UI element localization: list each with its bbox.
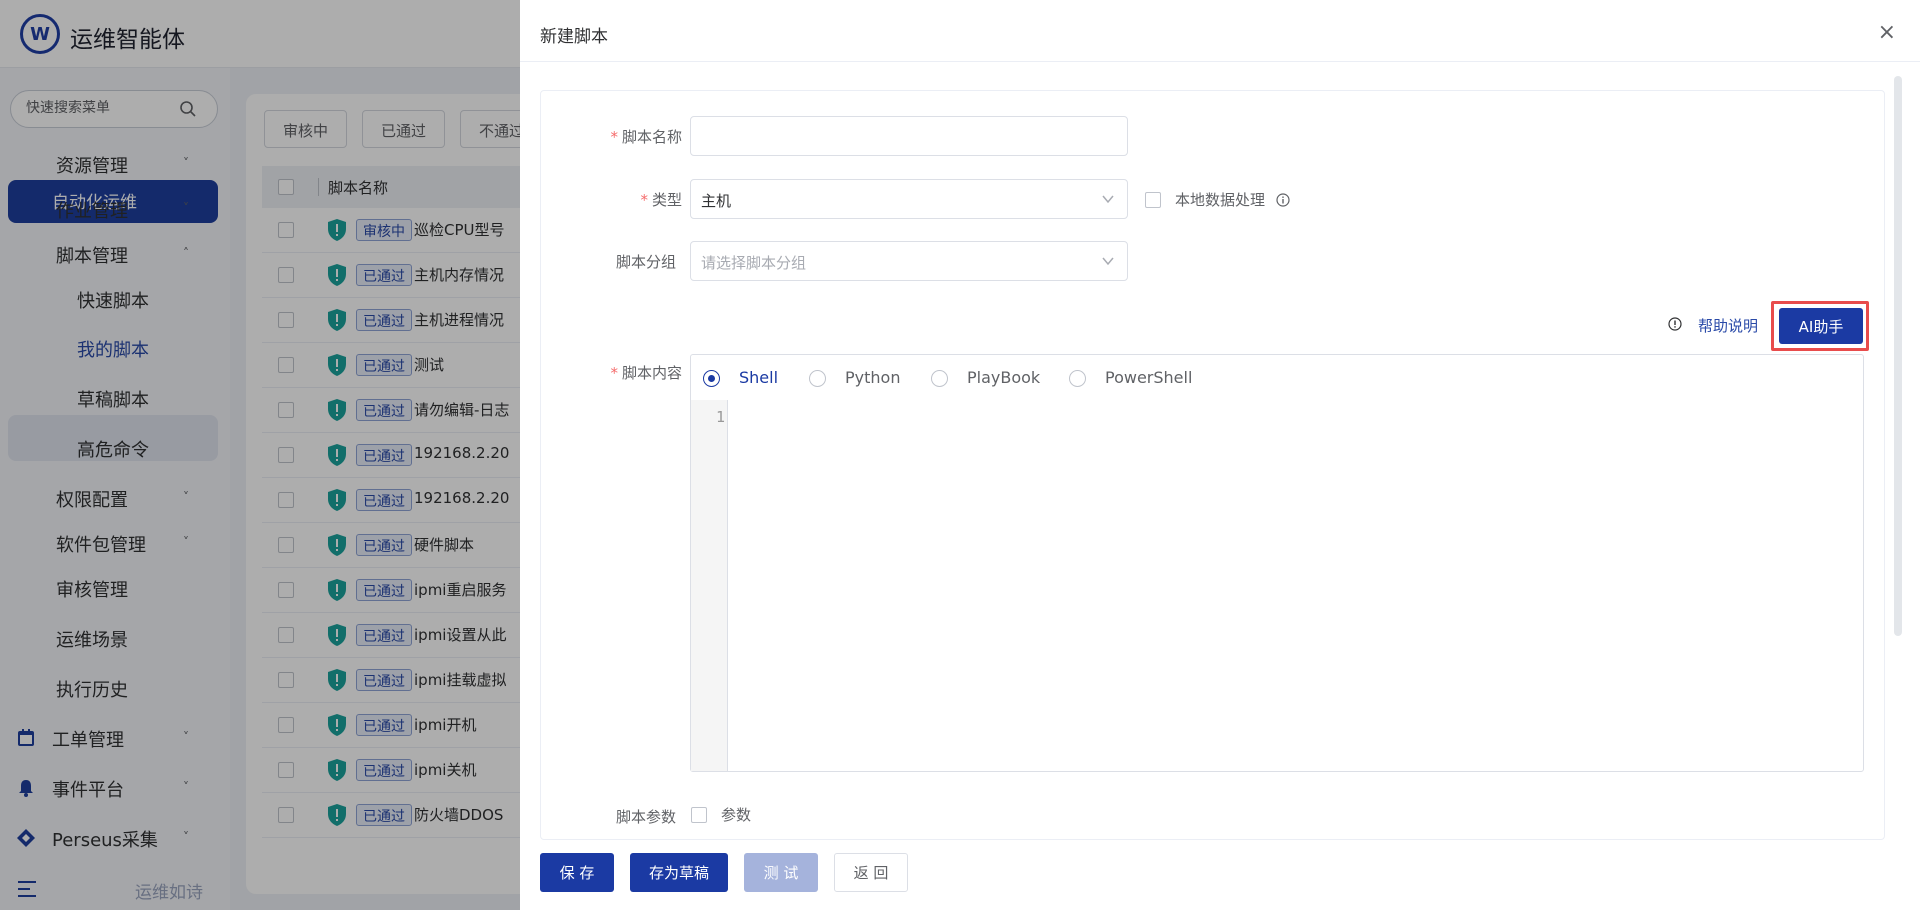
close-icon[interactable]: × <box>1878 20 1896 45</box>
radio-playbook[interactable] <box>931 370 948 387</box>
save-draft-button[interactable]: 存为草稿 <box>630 853 728 892</box>
save-button[interactable]: 保 存 <box>540 853 614 892</box>
type-label: * 类型 <box>640 191 682 209</box>
radio-playbook-label[interactable]: PlayBook <box>967 368 1040 387</box>
radio-shell[interactable] <box>703 370 720 387</box>
new-script-drawer: 新建脚本 × * 脚本名称 * 类型 主机 本地数据处理 脚本分组 请选择脚本分组 … <box>520 0 1920 910</box>
back-button[interactable]: 返 回 <box>834 853 908 892</box>
radio-powershell-label[interactable]: PowerShell <box>1105 368 1192 387</box>
radio-python[interactable] <box>809 370 826 387</box>
script-params-label: 脚本参数 <box>615 808 676 826</box>
radio-powershell[interactable] <box>1069 370 1086 387</box>
help-link[interactable]: 帮助说明 <box>1698 315 1758 336</box>
language-radio-group: Shell Python PlayBook PowerShell <box>691 355 1863 400</box>
params-checkbox[interactable] <box>691 807 707 823</box>
line-number: 1 <box>716 408 726 426</box>
drawer-scrollbar[interactable] <box>1894 76 1902 636</box>
drawer-header: 新建脚本 × <box>520 0 1920 62</box>
type-select[interactable]: 主机 <box>690 179 1128 219</box>
ai-assistant-button[interactable]: AI助手 <box>1779 308 1863 344</box>
radio-shell-label[interactable]: Shell <box>739 368 778 387</box>
info-icon[interactable] <box>1276 193 1290 207</box>
script-group-label: 脚本分组 <box>615 253 676 271</box>
script-group-placeholder: 请选择脚本分组 <box>701 254 807 272</box>
drawer-title: 新建脚本 <box>540 27 608 47</box>
type-select-value: 主机 <box>701 192 732 210</box>
script-group-select[interactable]: 请选择脚本分组 <box>690 241 1128 281</box>
radio-python-label[interactable]: Python <box>845 368 900 387</box>
chevron-down-icon <box>1102 257 1114 266</box>
script-name-input[interactable] <box>690 116 1128 156</box>
script-name-label: * 脚本名称 <box>610 128 682 146</box>
local-data-label: 本地数据处理 <box>1175 191 1266 209</box>
line-number-gutter <box>691 400 728 771</box>
local-data-checkbox[interactable] <box>1145 192 1161 208</box>
params-checkbox-label: 参数 <box>721 806 752 824</box>
code-input-area[interactable] <box>730 400 1860 768</box>
help-info-icon <box>1668 317 1682 331</box>
test-button[interactable]: 测 试 <box>744 853 818 892</box>
script-content-label: * 脚本内容 <box>610 364 682 382</box>
chevron-down-icon <box>1102 195 1114 204</box>
script-editor: Shell Python PlayBook PowerShell <box>690 354 1864 772</box>
